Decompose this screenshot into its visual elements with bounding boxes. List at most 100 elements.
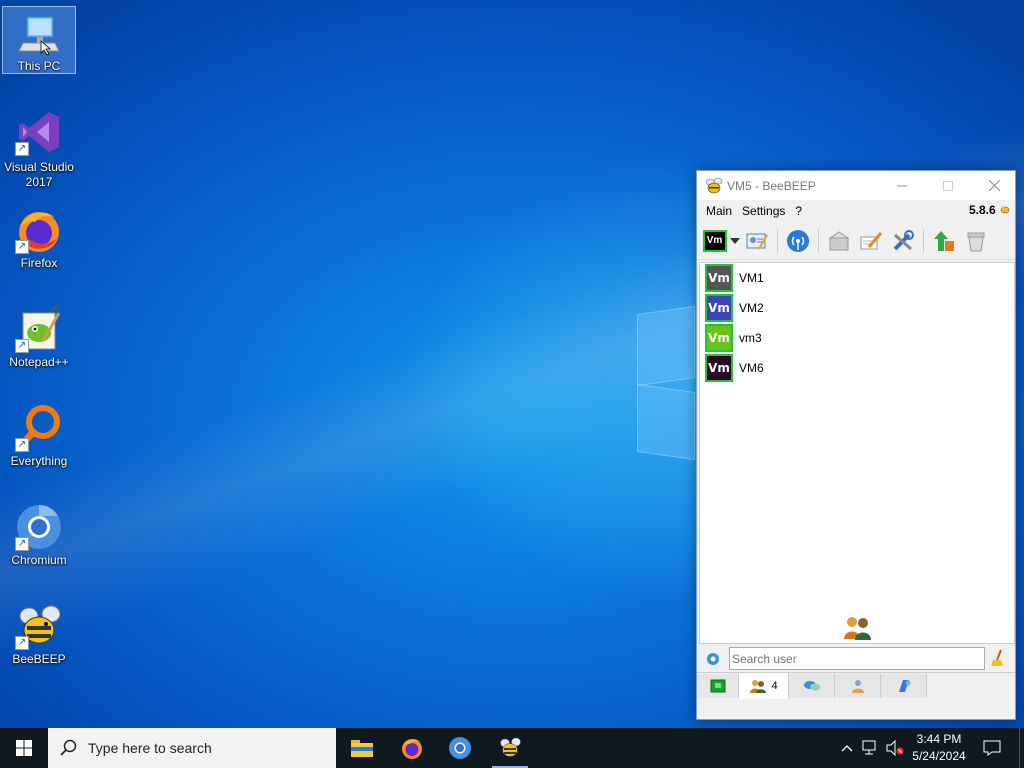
- my-avatar: Vm: [702, 229, 727, 252]
- window-titlebar[interactable]: VM5 - BeeBEEP: [697, 171, 1015, 200]
- plugins-button[interactable]: [889, 227, 917, 255]
- users-count: 4: [771, 680, 778, 692]
- taskbar-firefox[interactable]: [388, 728, 436, 768]
- minimize-button[interactable]: [879, 171, 925, 200]
- maximize-icon: [943, 180, 953, 191]
- desktop-icon-firefox[interactable]: ↗ Firefox: [2, 202, 76, 282]
- user-name: VM2: [739, 301, 764, 315]
- chromium-icon: ↗: [15, 503, 63, 551]
- desktop-icon-beebeep[interactable]: ↗ BeeBEEP: [2, 598, 76, 678]
- clock-date: 5/24/2024: [912, 749, 966, 763]
- list-item[interactable]: Vm VM1: [700, 263, 1014, 293]
- tab-users[interactable]: 4: [739, 673, 789, 699]
- search-user-input[interactable]: [729, 647, 985, 670]
- taskbar-search-box[interactable]: Type here to search: [48, 728, 336, 768]
- tab-chats[interactable]: [789, 674, 835, 698]
- show-hidden-icons-button[interactable]: [836, 728, 858, 768]
- maximize-button[interactable]: [925, 171, 971, 200]
- list-item[interactable]: Vm VM2: [700, 293, 1014, 323]
- notifications-button[interactable]: [978, 728, 1006, 768]
- visual-studio-icon: ↗: [15, 108, 63, 156]
- desktop-icon-label: Everything: [10, 454, 68, 468]
- taskbar-clock[interactable]: 3:44 PM 5/24/2024: [906, 731, 972, 765]
- menu-main[interactable]: Main: [701, 204, 737, 218]
- tab-status[interactable]: [697, 674, 739, 698]
- version-text: 5.8.6: [968, 203, 996, 217]
- desktop-icon-this-pc[interactable]: This PC: [2, 6, 76, 74]
- close-icon: [988, 180, 1000, 191]
- user-name: VM6: [739, 361, 764, 375]
- shortcut-arrow-icon: ↗: [15, 240, 29, 254]
- desktop-icon-label: Chromium: [11, 553, 67, 567]
- network-button[interactable]: [784, 227, 812, 255]
- vcard-edit-icon: [746, 233, 768, 249]
- users-icon: [750, 680, 767, 693]
- beebeep-icon: [500, 737, 521, 757]
- tools-icon: [893, 229, 914, 250]
- minimize-icon: [897, 185, 907, 186]
- shares-icon: [898, 680, 910, 692]
- chevron-up-icon: [841, 745, 853, 752]
- offline-messages-button[interactable]: [825, 227, 853, 255]
- user-name: vm3: [739, 331, 762, 345]
- menu-settings[interactable]: Settings: [737, 204, 790, 218]
- taskbar-beebeep[interactable]: [486, 728, 534, 768]
- list-item[interactable]: Vm vm3: [700, 323, 1014, 353]
- main-toolbar: Vm: [697, 222, 1015, 260]
- windows-logo-icon: [16, 740, 32, 756]
- desktop-icon-label: Visual Studio 2017: [4, 160, 74, 189]
- search-bar: [697, 645, 1015, 673]
- envelope-icon: [828, 230, 850, 250]
- tab-shares[interactable]: [881, 674, 927, 698]
- avatar: Vm: [705, 294, 733, 322]
- notification-icon: [983, 740, 1001, 756]
- tab-groups[interactable]: [835, 674, 881, 698]
- status-selector-button[interactable]: Vm: [701, 227, 741, 255]
- beebeep-icon: ↗: [15, 602, 63, 650]
- chat-icon: [803, 681, 820, 691]
- start-button[interactable]: [0, 728, 48, 768]
- desktop-icon-chromium[interactable]: ↗ Chromium: [2, 499, 76, 579]
- network-icon: [787, 229, 809, 252]
- desktop-icon-label: Firefox: [20, 256, 58, 270]
- firefox-icon: ↗: [15, 206, 63, 254]
- shortcut-arrow-icon: ↗: [15, 339, 29, 353]
- desktop-icon-everything[interactable]: ↗ Everything: [2, 400, 76, 480]
- edit-profile-button[interactable]: [743, 227, 771, 255]
- shortcut-arrow-icon: ↗: [15, 537, 29, 551]
- volume-muted-icon: [886, 740, 904, 756]
- shortcut-arrow-icon: ↗: [15, 636, 29, 650]
- avatar: Vm: [705, 264, 733, 292]
- users-watermark-icon: [844, 617, 871, 640]
- user-list: Vm VM1 Vm VM2 Vm vm3 Vm VM6: [699, 262, 1015, 644]
- version-label: 5.8.6: [969, 203, 1011, 217]
- search-icon: [60, 739, 77, 756]
- taskbar-chromium[interactable]: [436, 728, 484, 768]
- toolbar-separator: [818, 228, 819, 253]
- clear-button[interactable]: [962, 227, 990, 255]
- wallpaper-logo-pane: [637, 383, 695, 461]
- search-options-icon[interactable]: [705, 651, 721, 667]
- show-desktop-button[interactable]: [1019, 728, 1020, 768]
- desktop-icon-notepadpp[interactable]: ↗ Notepad++: [2, 301, 76, 381]
- clear-search-icon[interactable]: [991, 649, 1007, 667]
- beebeep-window: VM5 - BeeBEEP Main Settings ? 5.8.6 Vm V…: [696, 170, 1016, 720]
- close-button[interactable]: [971, 171, 1017, 200]
- menu-help[interactable]: ?: [790, 204, 807, 218]
- network-tray-button[interactable]: [860, 728, 882, 768]
- desktop-icon-visual-studio[interactable]: ↗ Visual Studio 2017: [2, 104, 76, 189]
- file-explorer-icon: [351, 740, 373, 757]
- menubar: Main Settings ? 5.8.6: [697, 200, 1015, 222]
- update-arrow-icon: [934, 230, 954, 251]
- notepadpp-icon: ↗: [15, 301, 63, 353]
- volume-tray-button[interactable]: [884, 728, 906, 768]
- chevron-down-icon: [729, 237, 740, 244]
- shortcut-arrow-icon: ↗: [15, 438, 29, 452]
- new-message-button[interactable]: [857, 227, 885, 255]
- user-name: VM1: [739, 271, 764, 285]
- list-item[interactable]: Vm VM6: [700, 353, 1014, 383]
- taskbar-file-explorer[interactable]: [338, 728, 386, 768]
- wallpaper-logo-pane: [637, 305, 695, 387]
- update-button[interactable]: [930, 227, 958, 255]
- avatar: Vm: [705, 324, 733, 352]
